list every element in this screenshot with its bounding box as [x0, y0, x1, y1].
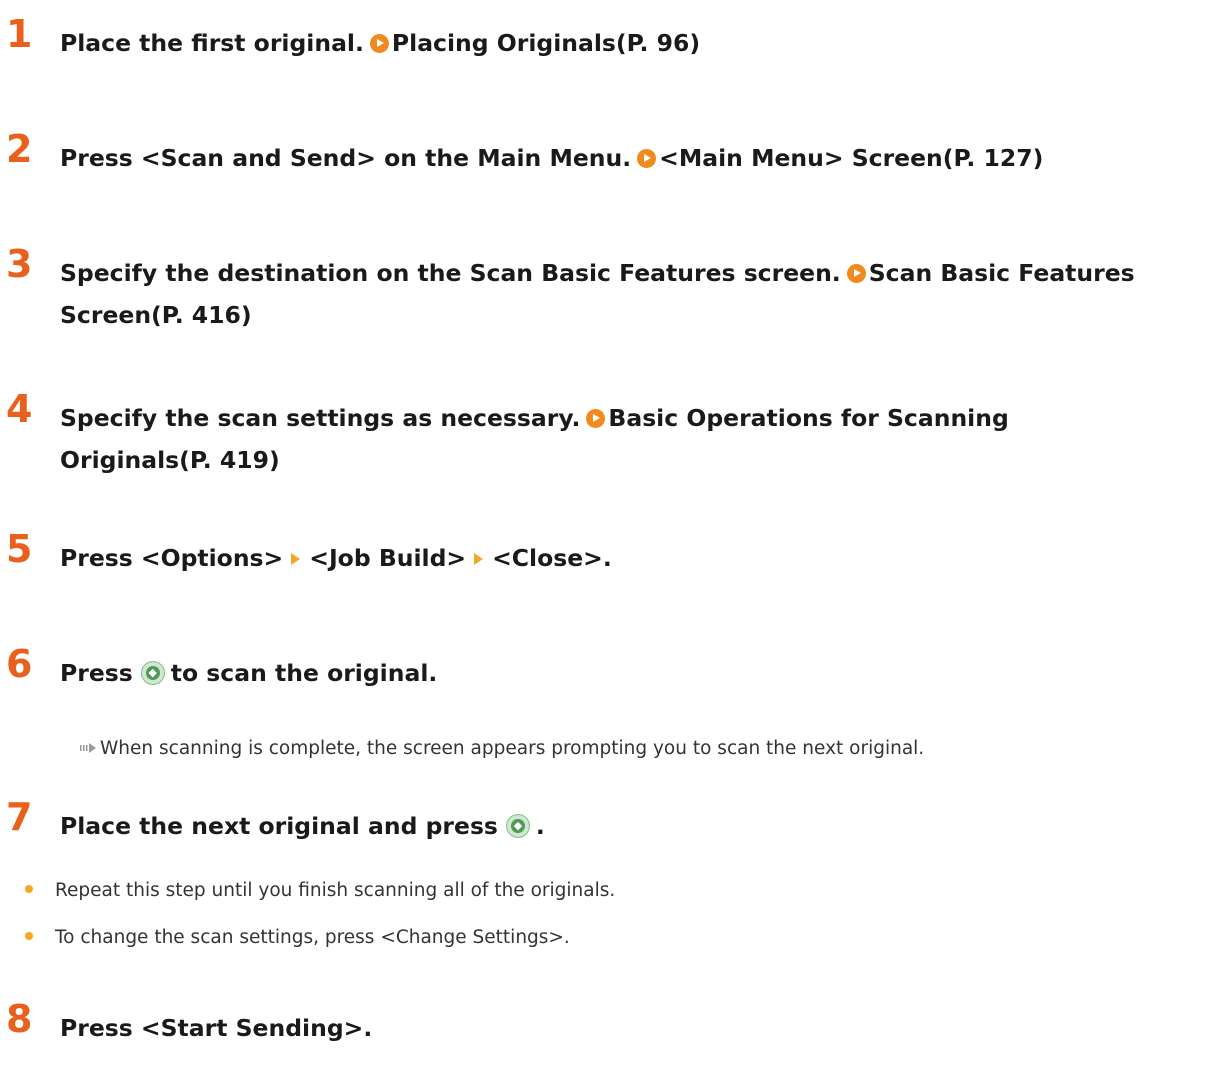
start-key-icon: [140, 661, 165, 685]
step-instruction-after: to scan the original.: [170, 659, 438, 687]
step-text: Press <Scan and Send> on the Main Menu. <…: [60, 137, 1211, 179]
triangle-arrow-icon: [291, 553, 301, 565]
bullet-dot-icon: [25, 885, 33, 893]
step-number: 2: [6, 127, 33, 171]
step-instruction-before: Place the next original and press: [60, 812, 498, 840]
bullet-text: Repeat this step until you finish scanni…: [55, 880, 616, 901]
step-instruction: Specify the destination on the Scan Basi…: [60, 259, 841, 287]
step-part-close: <Close>.: [492, 544, 612, 572]
step-text: Place the first original. Placing Origina…: [60, 22, 1211, 64]
step-text: Place the next original and press.: [60, 805, 1211, 847]
step-text: Specify the scan settings as necessary. B…: [60, 397, 1211, 481]
circle-arrow-icon: [369, 34, 389, 53]
step-part-options: Press <Options>: [60, 544, 284, 572]
circle-arrow-icon: [637, 149, 657, 168]
step-number: 4: [6, 387, 33, 431]
step-text: Press <Start Sending>.: [60, 1007, 1211, 1049]
placing-originals-link[interactable]: Placing Originals(P. 96): [392, 29, 700, 57]
result-arrow-icon: [80, 743, 96, 753]
step-instruction: Press <Scan and Send> on the Main Menu.: [60, 144, 632, 172]
step-number: 7: [6, 795, 33, 839]
step-instruction: Press <Start Sending>.: [60, 1014, 373, 1042]
step-number: 6: [6, 642, 33, 686]
link-line-1: Basic Operations for Scanning: [608, 404, 1009, 432]
step-number: 8: [6, 997, 33, 1041]
step-number: 3: [6, 242, 33, 286]
bullet-text: To change the scan settings, press <Chan…: [55, 927, 570, 948]
link-line-1: Scan Basic Features: [868, 259, 1135, 287]
list-item: Repeat this step until you finish scanni…: [25, 880, 615, 901]
circle-arrow-icon: [846, 264, 866, 283]
step-part-job-build: <Job Build>: [309, 544, 467, 572]
triangle-arrow-icon: [474, 553, 484, 565]
start-key-icon: [505, 814, 530, 838]
result-text: When scanning is complete, the screen ap…: [100, 738, 925, 759]
step-text: Press to scan the original.: [60, 652, 1211, 694]
main-menu-screen-link[interactable]: <Main Menu> Screen(P. 127): [659, 144, 1043, 172]
step-number: 1: [6, 12, 33, 56]
link-line-2: Originals(P. 419): [60, 446, 280, 474]
link-line-2: Screen(P. 416): [60, 301, 252, 329]
step-6-result: When scanning is complete, the screen ap…: [80, 738, 924, 759]
circle-arrow-icon: [586, 409, 606, 428]
step-text: Specify the destination on the Scan Basi…: [60, 252, 1211, 336]
step-instruction-after: .: [535, 812, 545, 840]
step-instruction: Specify the scan settings as necessary.: [60, 404, 581, 432]
list-item: To change the scan settings, press <Chan…: [25, 927, 570, 948]
step-number: 5: [6, 527, 33, 571]
step-text: Press <Options> <Job Build> <Close>.: [60, 537, 1211, 579]
bullet-dot-icon: [25, 932, 33, 940]
step-instruction-before: Press: [60, 659, 133, 687]
step-instruction: Place the first original.: [60, 29, 364, 57]
